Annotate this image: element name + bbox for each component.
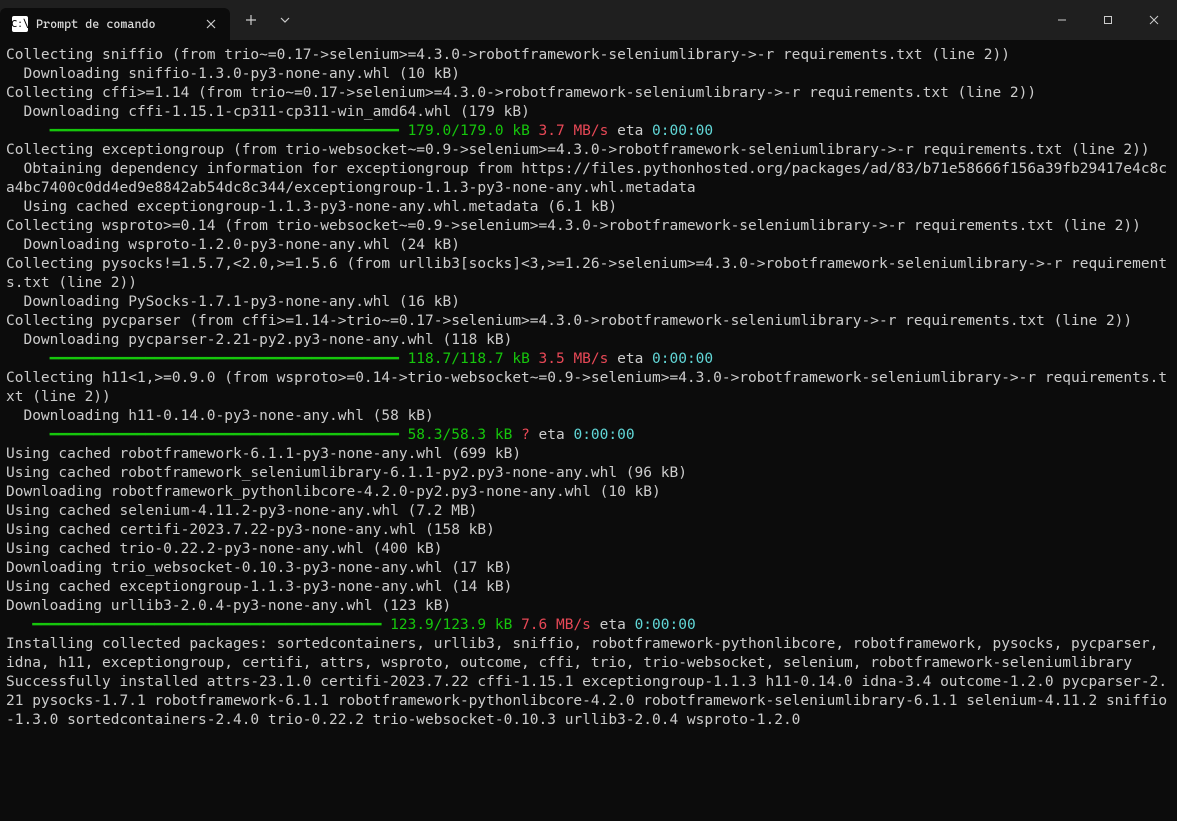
title-bar: C:\ Prompt de comando	[0, 0, 1177, 40]
output-line: Downloading h11-0.14.0-py3-none-any.whl …	[6, 408, 434, 424]
progress-size: 58.3/58.3 kB	[408, 427, 513, 443]
output-line: Downloading urllib3-2.0.4-py3-none-any.w…	[6, 598, 451, 614]
window-controls	[1039, 4, 1177, 36]
output-line: Downloading sniffio-1.3.0-py3-none-any.w…	[6, 66, 460, 82]
progress-eta-label: eta	[530, 427, 574, 443]
progress-eta: 0:00:00	[635, 617, 696, 633]
output-line: Using cached robotframework_seleniumlibr…	[6, 465, 687, 481]
progress-size: 179.0/179.0 kB	[408, 123, 530, 139]
progress-bar: ━━━━━━━━━━━━━━━━━━━━━━━━━━━━━━━━━━━━━━━━	[6, 427, 408, 443]
output-line: Downloading cffi-1.15.1-cp311-cp311-win_…	[6, 104, 530, 120]
titlebar-controls	[230, 0, 1177, 40]
output-line: Collecting pycparser (from cffi>=1.14->t…	[6, 313, 1132, 329]
output-line: Installing collected packages: sortedcon…	[6, 636, 1167, 671]
output-line: Using cached selenium-4.11.2-py3-none-an…	[6, 503, 477, 519]
tab-active[interactable]: C:\ Prompt de comando	[0, 8, 230, 40]
progress-bar: ━━━━━━━━━━━━━━━━━━━━━━━━━━━━━━━━━━━━━━━━	[6, 617, 390, 633]
terminal-output[interactable]: Collecting sniffio (from trio~=0.17->sel…	[0, 40, 1177, 736]
progress-speed: 3.7 MB/s	[530, 123, 609, 139]
output-line: Collecting pysocks!=1.5.7,<2.0,>=1.5.6 (…	[6, 256, 1167, 291]
output-line: Downloading trio_websocket-0.10.3-py3-no…	[6, 560, 512, 576]
output-line: Downloading wsproto-1.2.0-py3-none-any.w…	[6, 237, 460, 253]
new-tab-button[interactable]	[236, 5, 266, 35]
progress-bar: ━━━━━━━━━━━━━━━━━━━━━━━━━━━━━━━━━━━━━━━━	[6, 123, 408, 139]
progress-eta: 0:00:00	[652, 351, 713, 367]
close-window-button[interactable]	[1131, 4, 1177, 36]
progress-speed: 7.6 MB/s	[512, 617, 591, 633]
output-line: Collecting cffi>=1.14 (from trio~=0.17->…	[6, 85, 1036, 101]
progress-eta-label: eta	[608, 123, 652, 139]
output-line: Collecting wsproto>=0.14 (from trio-webs…	[6, 218, 1141, 234]
output-line: Collecting h11<1,>=0.9.0 (from wsproto>=…	[6, 370, 1167, 405]
output-line: Downloading pycparser-2.21-py2.py3-none-…	[6, 332, 512, 348]
progress-speed: ?	[512, 427, 529, 443]
close-tab-button[interactable]	[202, 15, 220, 33]
maximize-button[interactable]	[1085, 4, 1131, 36]
progress-speed: 3.5 MB/s	[530, 351, 609, 367]
output-line: Using cached exceptiongroup-1.1.3-py3-no…	[6, 579, 512, 595]
output-line: Using cached robotframework-6.1.1-py3-no…	[6, 446, 521, 462]
progress-eta: 0:00:00	[652, 123, 713, 139]
progress-bar: ━━━━━━━━━━━━━━━━━━━━━━━━━━━━━━━━━━━━━━━━	[6, 351, 408, 367]
minimize-button[interactable]	[1039, 4, 1085, 36]
output-line: Using cached trio-0.22.2-py3-none-any.wh…	[6, 541, 443, 557]
progress-eta: 0:00:00	[573, 427, 634, 443]
progress-eta-label: eta	[608, 351, 652, 367]
output-line: Downloading PySocks-1.7.1-py3-none-any.w…	[6, 294, 460, 310]
output-line: Downloading robotframework_pythonlibcore…	[6, 484, 661, 500]
progress-size: 118.7/118.7 kB	[408, 351, 530, 367]
progress-size: 123.9/123.9 kB	[390, 617, 512, 633]
output-line: Using cached exceptiongroup-1.1.3-py3-no…	[6, 199, 617, 215]
terminal-icon: C:\	[12, 16, 28, 32]
progress-eta-label: eta	[591, 617, 635, 633]
tab-title: Prompt de comando	[36, 17, 194, 31]
output-line: Collecting exceptiongroup (from trio-web…	[6, 142, 1150, 158]
output-line: Successfully installed attrs-23.1.0 cert…	[6, 674, 1167, 728]
output-line: Collecting sniffio (from trio~=0.17->sel…	[6, 47, 1010, 63]
tab-dropdown-button[interactable]	[270, 5, 300, 35]
output-line: Using cached certifi-2023.7.22-py3-none-…	[6, 522, 495, 538]
output-line: Obtaining dependency information for exc…	[6, 161, 1167, 196]
